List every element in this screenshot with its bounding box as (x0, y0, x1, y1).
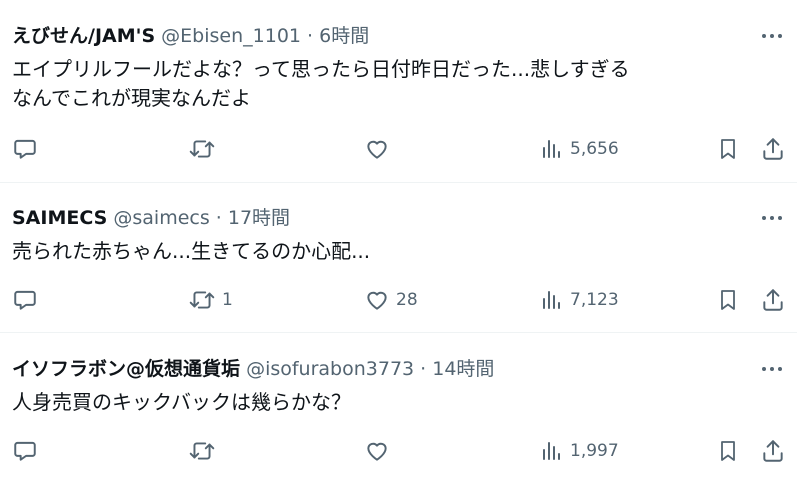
bookmark-icon (721, 290, 735, 310)
views-count: 5,656 (570, 139, 619, 159)
reply-feed: えびせん/JAM'S @Ebisen_1101 · 6時間 エイプリルフールだよ… (0, 0, 797, 478)
heart-icon (367, 140, 387, 159)
bookmark-icon (721, 139, 735, 159)
reply-bubble-icon (14, 290, 36, 310)
handle-and-time[interactable]: @isofurabon3773 · 14時間 (246, 358, 494, 380)
retweet-arrows-icon (189, 291, 215, 309)
like-button[interactable] (364, 134, 396, 164)
display-name[interactable]: SAIMECS (12, 207, 107, 229)
reply-button[interactable] (12, 285, 38, 315)
views-button[interactable]: 5,656 (540, 134, 619, 164)
share-button[interactable] (760, 134, 786, 164)
views-bar-chart-icon (543, 140, 560, 158)
bookmark-icon (721, 441, 735, 461)
views-button[interactable]: 1,997 (540, 436, 619, 466)
views-button[interactable]: 7,123 (540, 285, 619, 315)
handle-and-time[interactable]: @saimecs · 17時間 (113, 207, 290, 229)
bookmark-button[interactable] (716, 285, 740, 315)
heart-icon (367, 291, 387, 310)
like-button[interactable] (364, 436, 396, 466)
tweet-text-line: エイプリルフールだよな？って思ったら日付昨日だった...悲しすぎる (12, 57, 630, 81)
reply-button[interactable] (12, 134, 38, 164)
views-bar-chart-icon (543, 442, 560, 460)
tweet-actions: 1 28 7,123 (12, 285, 785, 315)
share-upload-icon (763, 440, 783, 462)
tweet-header: イソフラボン@仮想通貨垢 @isofurabon3773 · 14時間 (12, 357, 737, 381)
tweet-header: SAIMECS @saimecs · 17時間 (12, 206, 737, 230)
heart-icon (367, 442, 387, 461)
retweet-button[interactable] (188, 134, 222, 164)
bookmark-button[interactable] (716, 134, 740, 164)
tweet-text: 人身売買のキックバックは幾らかな？ (12, 388, 757, 417)
display-name[interactable]: えびせん/JAM'S (12, 25, 155, 47)
retweet-button[interactable] (188, 436, 222, 466)
share-button[interactable] (760, 436, 786, 466)
reply-button[interactable] (12, 436, 38, 466)
reply-bubble-icon (14, 441, 36, 461)
more-options-button[interactable] (759, 206, 785, 230)
tweet-header: えびせん/JAM'S @Ebisen_1101 · 6時間 (12, 24, 737, 48)
handle-and-time[interactable]: @Ebisen_1101 · 6時間 (161, 25, 369, 47)
tweet-text-line: 売られた赤ちゃん...生きてるのか心配... (12, 239, 371, 263)
tweet-text-line: 人身売買のキックバックは幾らかな？ (12, 390, 351, 414)
tweet-actions: 1,997 (12, 436, 785, 466)
retweet-count: 1 (222, 290, 233, 310)
more-horizontal-icon (762, 367, 782, 371)
share-upload-icon (763, 138, 783, 160)
tweet-actions: 5,656 (12, 134, 785, 164)
share-upload-icon (763, 289, 783, 311)
more-options-button[interactable] (759, 24, 785, 48)
more-horizontal-icon (762, 216, 782, 220)
more-options-button[interactable] (759, 357, 785, 381)
retweet-arrows-icon (189, 442, 215, 460)
more-horizontal-icon (762, 34, 782, 38)
retweet-arrows-icon (189, 140, 215, 158)
share-button[interactable] (760, 285, 786, 315)
views-count: 7,123 (570, 290, 619, 310)
like-button[interactable]: 28 (364, 285, 418, 315)
views-bar-chart-icon (543, 291, 560, 309)
views-count: 1,997 (570, 441, 619, 461)
bookmark-button[interactable] (716, 436, 740, 466)
tweet-text: 売られた赤ちゃん...生きてるのか心配... (12, 237, 757, 266)
like-count: 28 (396, 290, 418, 310)
tweet-text: エイプリルフールだよな？って思ったら日付昨日だった...悲しすぎる なんでこれが… (12, 55, 757, 113)
retweet-button[interactable]: 1 (188, 285, 233, 315)
tweet-text-line: なんでこれが現実なんだよ (12, 86, 251, 110)
reply-bubble-icon (14, 139, 36, 159)
display-name[interactable]: イソフラボン@仮想通貨垢 (12, 358, 240, 380)
